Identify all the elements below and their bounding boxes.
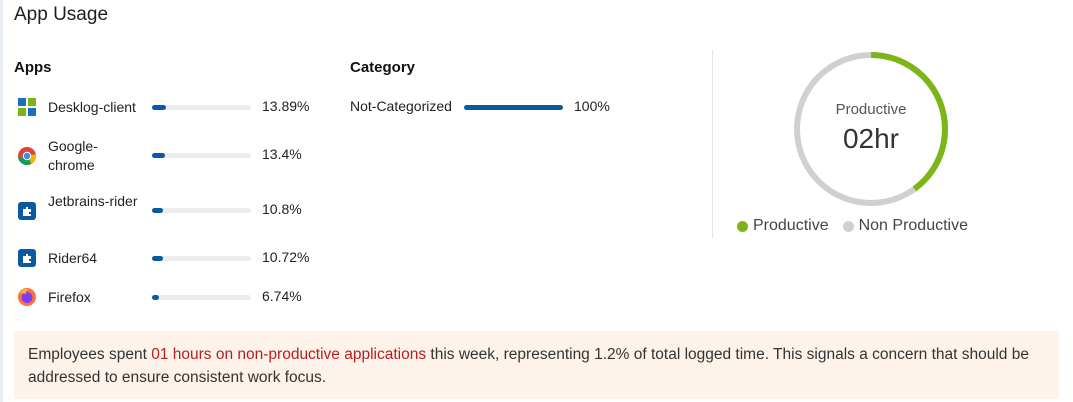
- app-name: Rider64: [48, 250, 98, 266]
- card-left-border: [0, 0, 3, 402]
- app-usage-bar-fill: [152, 153, 166, 158]
- category-usage-bar: [464, 105, 563, 110]
- insight-notice: Employees spent 01 hours on non-producti…: [14, 331, 1059, 399]
- app-usage-bar: [152, 256, 251, 261]
- app-row-chrome[interactable]: Google-chrome 13.4%: [16, 137, 326, 175]
- firefox-icon: [16, 286, 38, 308]
- donut-legend: Productive Non Productive: [737, 217, 982, 235]
- donut-value: 02hr: [842, 123, 900, 154]
- app-percent: 6.74%: [262, 288, 302, 304]
- non-productive-dot-icon: [842, 220, 854, 232]
- chrome-icon: [16, 145, 38, 167]
- section-divider: [712, 50, 713, 238]
- app-usage-bar: [152, 295, 251, 300]
- donut-label: Productive: [835, 101, 907, 118]
- app-usage-bar-fill: [152, 208, 163, 213]
- legend-productive-label: Productive: [753, 217, 829, 234]
- category-header: Category: [350, 59, 416, 76]
- notice-text: Employees spent 01 hours on non-producti…: [28, 343, 1048, 389]
- category-percent: 100%: [574, 98, 610, 114]
- app-percent: 10.72%: [262, 249, 310, 265]
- legend-non-productive-label: Non Productive: [858, 217, 968, 234]
- app-usage-bar-fill: [152, 295, 159, 300]
- app-name: Firefox: [48, 289, 91, 305]
- app-name: Desklog-client: [48, 99, 136, 115]
- notice-prefix: Employees spent: [28, 346, 152, 363]
- card-title: App Usage: [14, 4, 109, 25]
- app-row-firefox[interactable]: Firefox 6.74%: [16, 286, 326, 308]
- app-row-rider64[interactable]: Rider64 10.72%: [16, 247, 326, 269]
- app-percent: 13.89%: [262, 98, 310, 114]
- app-row-jetbrains[interactable]: Jetbrains-rider 10.8%: [16, 192, 326, 230]
- app-usage-bar-fill: [152, 256, 163, 261]
- app-usage-bar: [152, 105, 251, 110]
- apps-header: Apps: [14, 59, 52, 76]
- desklog-icon: [16, 96, 38, 118]
- plugin-icon: [16, 200, 38, 222]
- app-row-desklog[interactable]: Desklog-client 13.89%: [16, 96, 326, 118]
- app-usage-bar-fill: [152, 105, 166, 110]
- plugin-icon: [16, 247, 38, 269]
- productive-dot-icon: [737, 220, 748, 232]
- category-usage-bar-fill: [464, 105, 563, 110]
- category-name: Not-Categorized: [350, 98, 452, 114]
- notice-highlight: 01 hours on non-productive applications: [151, 346, 427, 363]
- app-usage-bar: [152, 153, 251, 158]
- category-row[interactable]: Not-Categorized 100%: [350, 98, 650, 118]
- app-name: Jetbrains-rider: [48, 193, 138, 209]
- legend-productive: Productive: [737, 217, 829, 235]
- app-percent: 13.4%: [262, 146, 302, 162]
- app-usage-bar: [152, 208, 251, 213]
- app-percent: 10.8%: [262, 201, 302, 217]
- app-name: Google-chrome: [48, 138, 98, 173]
- legend-non-productive: Non Productive: [842, 217, 968, 235]
